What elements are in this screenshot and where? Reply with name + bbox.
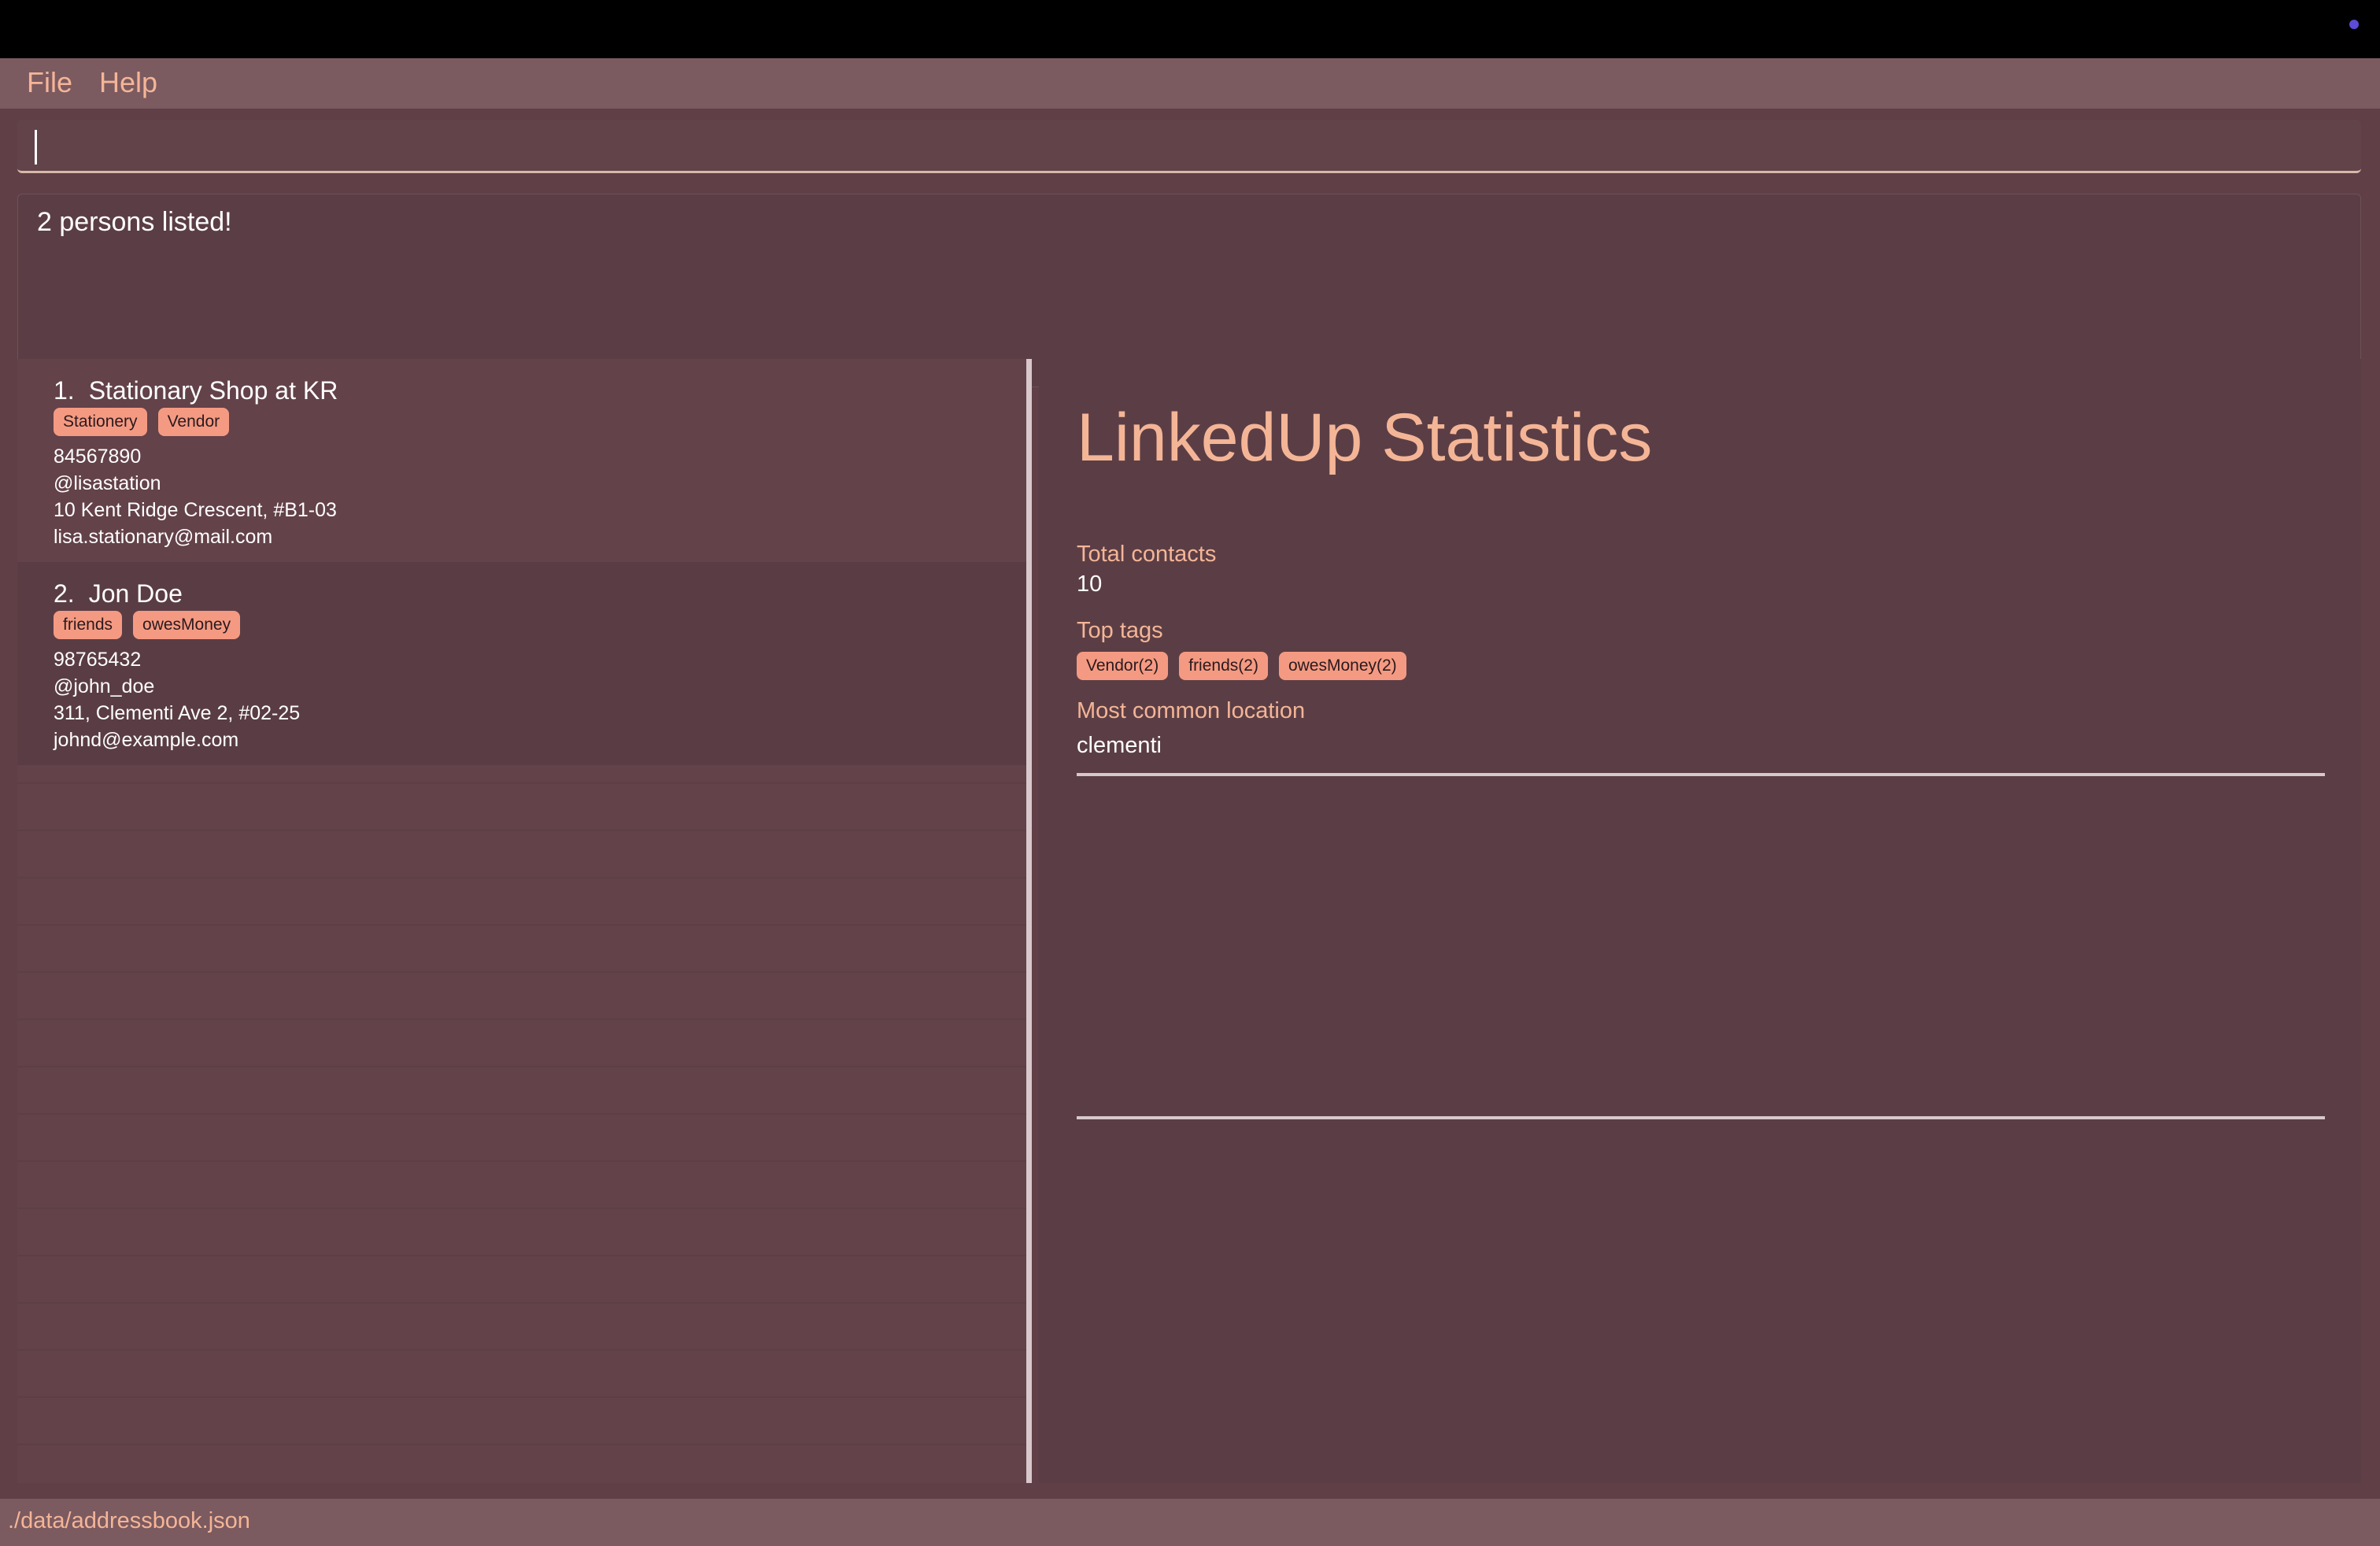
tag-badge: owesMoney [133,611,241,639]
status-bar: ./data/addressbook.json [0,1499,2380,1546]
person-email: lisa.stationary@mail.com [54,526,273,548]
common-location-value: clementi [1077,733,1162,758]
top-tags-list: Vendor(2) friends(2) owesMoney(2) [1077,652,1406,680]
person-email: johnd@example.com [54,729,239,751]
top-tag-badge: Vendor(2) [1077,652,1169,680]
person-telegram: @lisastation [54,472,161,494]
top-tag-badge: friends(2) [1179,652,1268,680]
divider [1077,773,2325,776]
tag-badge: Stationery [54,408,147,436]
menu-help[interactable]: Help [99,65,157,101]
person-index: 2. [54,579,75,608]
statistics-title: LinkedUp Statistics [1077,400,1653,475]
total-contacts-label: Total contacts [1077,542,1217,567]
status-dot-icon [2349,20,2359,29]
tag-badge: friends [54,611,123,639]
top-tag-badge: owesMoney(2) [1278,652,1406,680]
person-tags: friends owesMoney [54,611,241,639]
person-card[interactable]: 2. Jon Doe friends owesMoney 98765432 @jo… [17,562,1029,765]
command-input[interactable] [17,120,2361,171]
divider [1077,1116,2325,1119]
person-card[interactable]: 1. Stationary Shop at KR Stationery Vendo… [17,359,1029,562]
common-location-label: Most common location [1077,698,1306,723]
text-caret [35,130,37,165]
menu-file[interactable]: File [27,65,72,101]
person-name: Stationary Shop at KR [88,376,338,405]
statistics-panel: LinkedUp Statistics Total contacts 10 To… [1039,359,2361,1483]
person-name-row: 1. Stationary Shop at KR [54,376,338,405]
person-name-row: 2. Jon Doe [54,579,183,608]
person-phone: 84567890 [54,446,142,468]
os-top-bar [0,0,2380,58]
person-address: 10 Kent Ridge Crescent, #B1-03 [54,499,337,521]
person-name: Jon Doe [88,579,183,608]
menu-bar: File Help [0,58,2380,109]
command-box [17,120,2361,173]
app-window: File Help 2 persons listed! 1. Stationary… [0,58,2380,1546]
data-file-path: ./data/addressbook.json [8,1508,250,1533]
person-index: 1. [54,376,75,405]
tag-badge: Vendor [157,408,230,436]
total-contacts-value: 10 [1077,571,1103,597]
result-message: 2 persons listed! [37,207,232,237]
person-address: 311, Clementi Ave 2, #02-25 [54,702,301,724]
top-tags-label: Top tags [1077,618,1163,643]
person-list[interactable]: 1. Stationary Shop at KR Stationery Vendo… [17,359,1029,1483]
person-telegram: @john_doe [54,675,155,697]
split-pane-divider[interactable] [1026,359,1032,1483]
person-tags: Stationery Vendor [54,408,230,436]
person-phone: 98765432 [54,649,142,671]
